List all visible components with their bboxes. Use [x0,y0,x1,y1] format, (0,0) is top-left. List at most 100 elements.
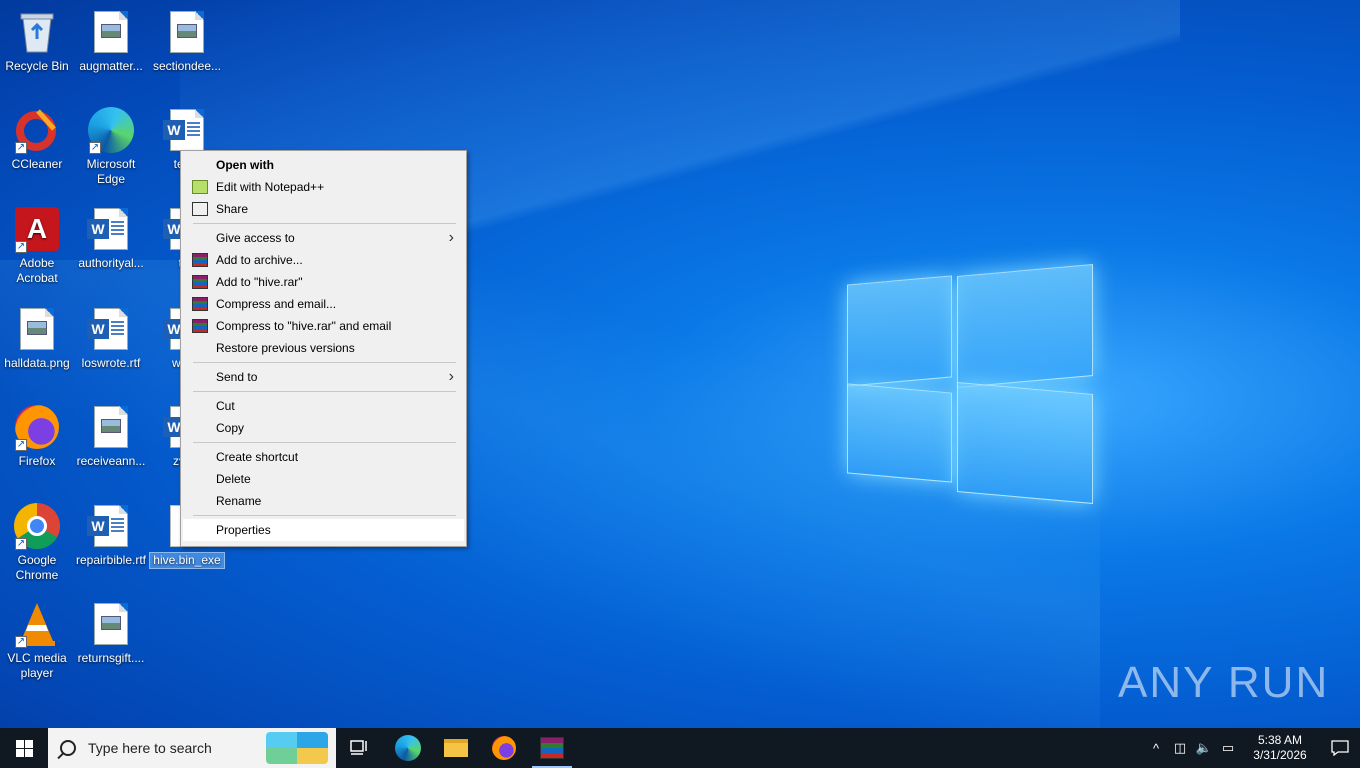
menu-item-compress-email[interactable]: Compress and email... [183,293,464,315]
menu-separator [193,442,456,443]
icon-label: augmatter... [79,59,143,73]
menu-item-give-access[interactable]: Give access to › [183,227,464,249]
image-file-icon [13,305,61,353]
search-highlight-icon [266,732,328,764]
menu-separator [193,515,456,516]
taskbar: Type here to search ^ ◫ 🔈 ▭ 5:38 AM 3/31… [0,728,1360,768]
icon-label: hive.bin_exe [149,552,225,569]
menu-item-open-with[interactable]: Open with [183,154,464,176]
anyrun-watermark: ANY RUN [1118,658,1330,707]
edge-icon: ↗ [87,106,135,154]
chevron-right-icon: › [448,229,454,246]
menu-item-restore-versions[interactable]: Restore previous versions [183,337,464,359]
icon-label: Microsoft Edge [86,157,136,186]
search-placeholder: Type here to search [88,740,212,756]
firefox-icon [492,736,516,760]
notepadpp-icon [192,180,208,194]
image-file-icon [163,8,211,56]
desktop-icon-recycle-bin[interactable]: Recycle Bin [0,8,74,74]
desktop-icon-loswrote[interactable]: W loswrote.rtf [74,305,148,371]
notification-button[interactable] [1320,740,1360,756]
taskbar-firefox[interactable] [480,728,528,768]
desktop-icon-sectiondee[interactable]: sectiondee... [150,8,224,74]
desktop-icon-google-chrome[interactable]: ↗ Google Chrome [0,502,74,583]
volume-icon[interactable]: 🔈 [1192,740,1216,756]
word-document-icon: W [87,305,135,353]
taskbar-file-explorer[interactable] [432,728,480,768]
menu-item-rename[interactable]: Rename [183,490,464,512]
clock[interactable]: 5:38 AM 3/31/2026 [1240,733,1320,763]
clock-date: 3/31/2026 [1253,748,1307,762]
winrar-icon [192,319,208,333]
icon-label: Google Chrome [15,553,59,582]
system-tray: ^ ◫ 🔈 ▭ 5:38 AM 3/31/2026 [1144,728,1360,768]
icon-label: receiveann... [76,454,146,468]
desktop-icon-firefox[interactable]: ↗ Firefox [0,403,74,469]
icon-label: returnsgift.... [77,651,145,665]
meet-now-icon[interactable]: ◫ [1168,740,1192,756]
menu-item-create-shortcut[interactable]: Create shortcut [183,446,464,468]
menu-item-properties[interactable]: Properties [183,519,464,541]
word-document-icon: W [87,205,135,253]
menu-item-cut[interactable]: Cut [183,395,464,417]
icon-label: VLC media player [7,651,67,680]
chevron-up-icon[interactable]: ^ [1144,741,1168,756]
icon-label: sectiondee... [152,59,222,73]
desktop-icon-authorityal[interactable]: W authorityal... [74,205,148,271]
icon-label: authorityal... [78,256,144,270]
word-document-icon: W [87,502,135,550]
desktop-icon-augmatter[interactable]: augmatter... [74,8,148,74]
menu-item-edit-notepadpp[interactable]: Edit with Notepad++ [183,176,464,198]
menu-item-compress-hive-email[interactable]: Compress to "hive.rar" and email [183,315,464,337]
icon-label: halldata.png [4,356,70,370]
word-document-icon: W [163,106,211,154]
chrome-icon: ↗ [13,502,61,550]
desktop-icon-halldata[interactable]: halldata.png [0,305,74,371]
acrobat-icon: A ↗ [13,205,61,253]
search-box[interactable]: Type here to search [48,728,336,768]
menu-item-delete[interactable]: Delete [183,468,464,490]
image-file-icon [87,403,135,451]
desktop-icon-repairbible[interactable]: W repairbible.rtf [74,502,148,568]
share-icon [192,202,208,216]
menu-item-send-to[interactable]: Send to › [183,366,464,388]
desktop-icon-returnsgift[interactable]: returnsgift.... [74,600,148,666]
winrar-icon [540,737,564,759]
chevron-right-icon: › [448,368,454,385]
folder-icon [444,739,468,757]
icon-label: Recycle Bin [5,59,69,73]
windows-start-icon [15,739,33,757]
taskbar-winrar[interactable] [528,728,576,768]
desktop-icon-vlc[interactable]: ↗ VLC media player [0,600,74,681]
icon-label: Firefox [18,454,56,468]
desktop-icon-ccleaner[interactable]: ↗ CCleaner [0,106,74,172]
task-view-button[interactable] [336,728,384,768]
image-file-icon [87,600,135,648]
ccleaner-icon: ↗ [13,106,61,154]
desktop-icon-microsoft-edge[interactable]: ↗ Microsoft Edge [74,106,148,187]
start-button[interactable] [0,728,48,768]
menu-separator [193,223,456,224]
clock-time: 5:38 AM [1257,733,1303,747]
winrar-icon [192,297,208,311]
windows-logo-wallpaper [845,258,1095,513]
menu-item-share[interactable]: Share [183,198,464,220]
menu-separator [193,391,456,392]
menu-item-copy[interactable]: Copy [183,417,464,439]
desktop-icon-receiveann[interactable]: receiveann... [74,403,148,469]
notification-icon [1331,740,1349,756]
taskbar-edge[interactable] [384,728,432,768]
winrar-icon [192,253,208,267]
desktop-icon-adobe-acrobat[interactable]: A ↗ Adobe Acrobat [0,205,74,286]
icon-label: CCleaner [11,157,63,171]
icon-label: loswrote.rtf [81,356,141,370]
network-icon[interactable]: ▭ [1216,740,1240,756]
icon-label: Adobe Acrobat [16,256,58,285]
context-menu: Open with Edit with Notepad++ Share Give… [180,150,467,547]
winrar-icon [192,275,208,289]
image-file-icon [87,8,135,56]
menu-item-add-to-hive-rar[interactable]: Add to "hive.rar" [183,271,464,293]
firefox-icon: ↗ [13,403,61,451]
menu-item-add-to-archive[interactable]: Add to archive... [183,249,464,271]
task-view-icon [350,740,367,755]
